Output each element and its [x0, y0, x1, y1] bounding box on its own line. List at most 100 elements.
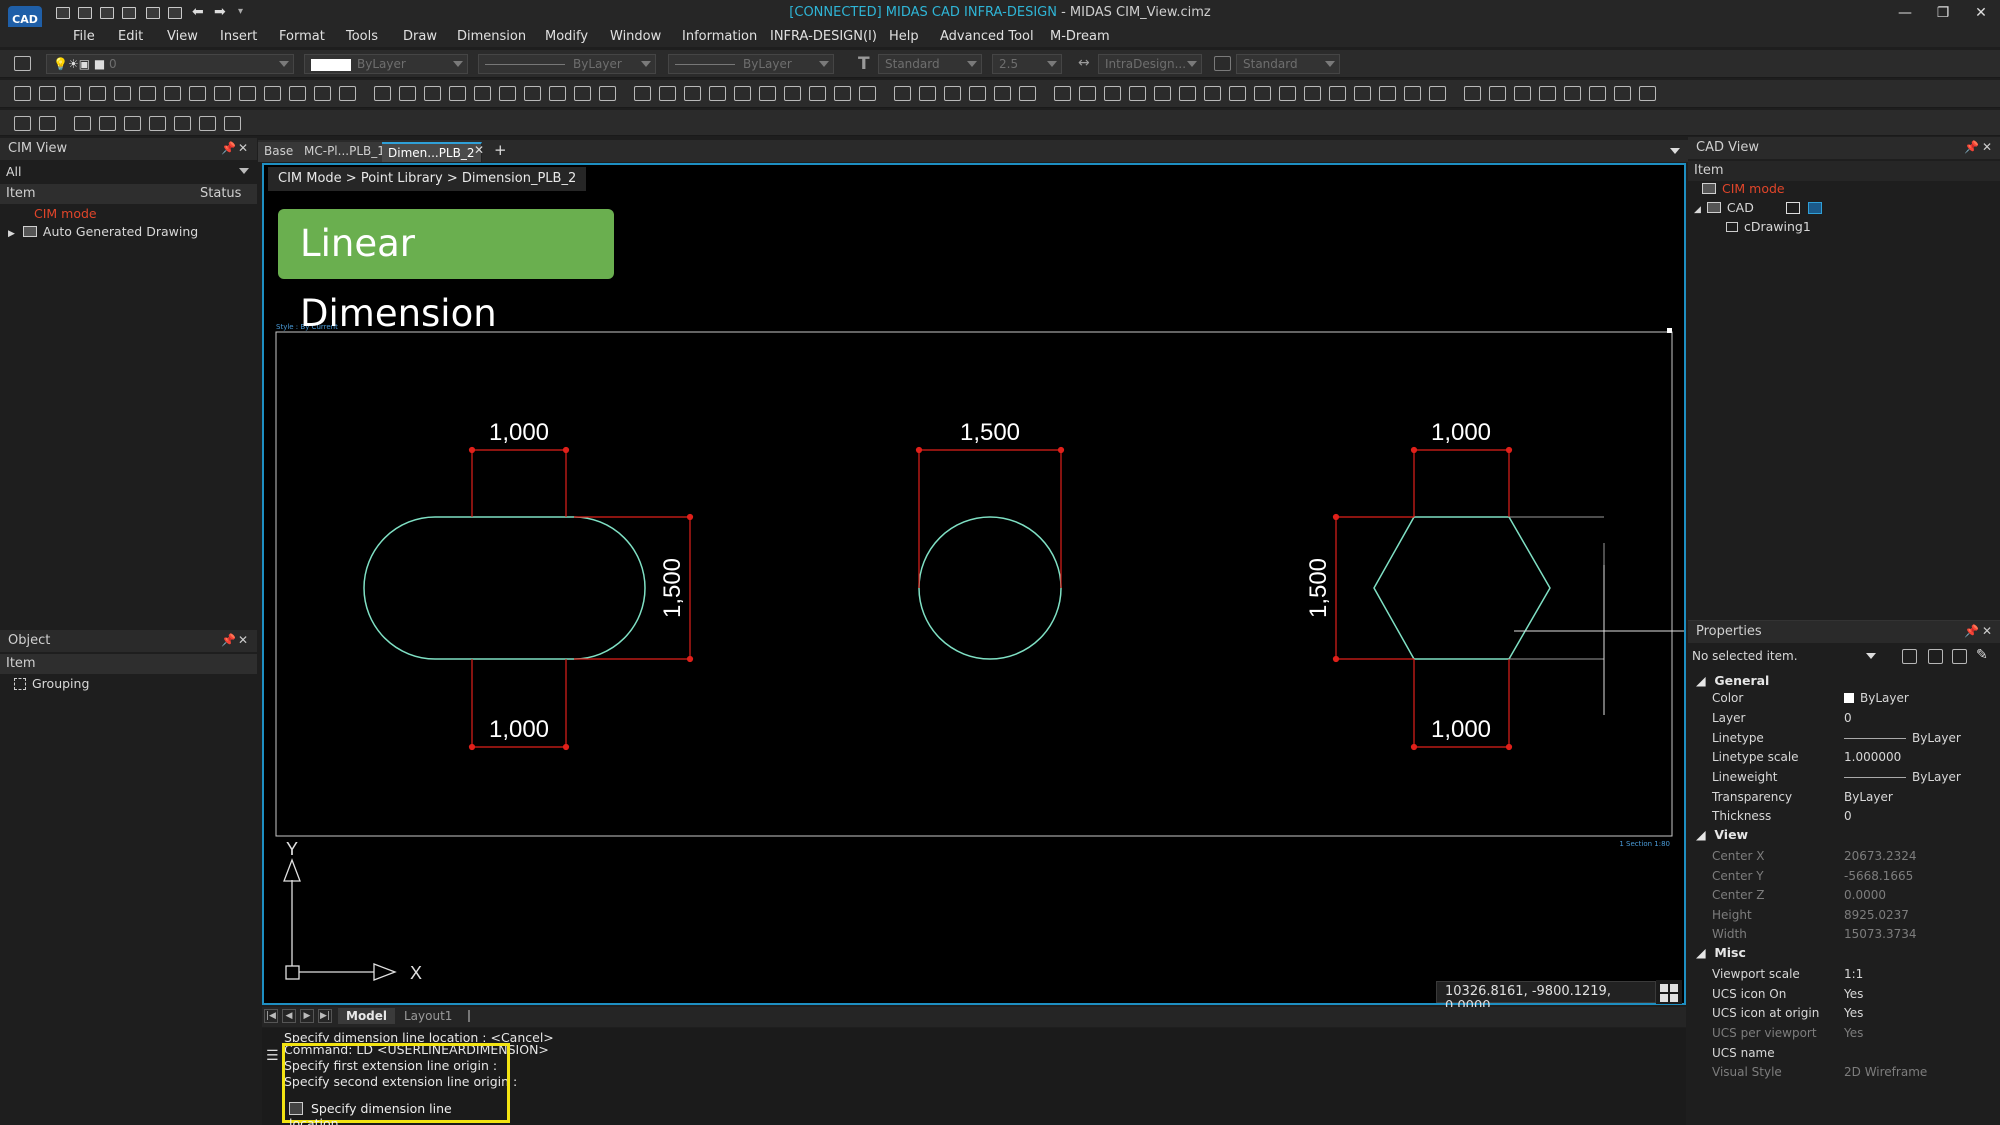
tool-button-icon[interactable]: [524, 86, 541, 101]
tool-button-icon[interactable]: [1564, 86, 1581, 101]
menu-help[interactable]: Help: [889, 29, 919, 44]
table-style-icon[interactable]: [1214, 56, 1231, 71]
tool-button-icon[interactable]: [1229, 86, 1246, 101]
tool-button-icon[interactable]: [1019, 86, 1036, 101]
tool-button-icon[interactable]: [139, 86, 156, 101]
slot-shape[interactable]: [363, 516, 646, 660]
prop-row-linetype-scale[interactable]: Linetype scale 1.000000: [1688, 748, 1998, 767]
command-menu-icon[interactable]: ☰: [266, 1048, 279, 1064]
close-icon[interactable]: ✕: [238, 141, 248, 155]
tool-button-icon[interactable]: [124, 116, 141, 131]
last-layout-icon[interactable]: ▶|: [318, 1009, 332, 1023]
selection-combo[interactable]: No selected item.: [1688, 645, 1880, 667]
slot-top-dimension[interactable]: [468, 446, 570, 518]
prop-row-layer[interactable]: Layer 0: [1688, 709, 1998, 728]
prop-row-viewport-scale[interactable]: Viewport scale 1:1: [1688, 965, 1998, 984]
menu-modify[interactable]: Modify: [545, 29, 588, 44]
menu-window[interactable]: Window: [610, 29, 661, 44]
tree-item-cad[interactable]: ◢ CAD: [1694, 200, 1822, 215]
tool-button-icon[interactable]: [449, 86, 466, 101]
add-tab-button[interactable]: +: [494, 141, 507, 159]
tree-item-cdrawing1[interactable]: cDrawing1: [1726, 219, 1811, 234]
tool-button-icon[interactable]: [659, 86, 676, 101]
tool-button-icon[interactable]: [289, 86, 306, 101]
tool-button-icon[interactable]: [549, 86, 566, 101]
hexagon-shape[interactable]: [1373, 516, 1551, 660]
section-view[interactable]: ◢ View: [1696, 827, 1748, 842]
tool-button-icon[interactable]: [1304, 86, 1321, 101]
tool-button-icon[interactable]: [1404, 86, 1421, 101]
tool-button-icon[interactable]: [14, 116, 31, 131]
tool-button-icon[interactable]: [1589, 86, 1606, 101]
previous-layout-icon[interactable]: ◀: [282, 1009, 296, 1023]
tool-button-icon[interactable]: [189, 86, 206, 101]
prop-row-transparency[interactable]: Transparency ByLayer: [1688, 788, 1998, 807]
cim-filter-combo[interactable]: All: [0, 162, 257, 182]
menu-view[interactable]: View: [167, 29, 198, 44]
collapse-arrow-icon[interactable]: ◢: [1694, 205, 1701, 215]
section-general[interactable]: ◢ General: [1696, 673, 1769, 688]
menu-draw[interactable]: Draw: [403, 29, 437, 44]
pick-style-icon[interactable]: ✎: [1976, 647, 1988, 663]
tool-button-icon[interactable]: [89, 86, 106, 101]
close-icon[interactable]: ✕: [238, 633, 248, 647]
tool-button-icon[interactable]: [1539, 86, 1556, 101]
menu-tools[interactable]: Tools: [346, 29, 378, 44]
tool-button-icon[interactable]: [1179, 86, 1196, 101]
color-combo[interactable]: ByLayer: [304, 54, 468, 74]
tool-button-icon[interactable]: [1354, 86, 1371, 101]
tool-button-icon[interactable]: [339, 86, 356, 101]
hex-top-dimension[interactable]: [1410, 446, 1513, 518]
tool-button-icon[interactable]: [264, 86, 281, 101]
minimize-button[interactable]: —: [1889, 3, 1921, 23]
prop-row-thickness[interactable]: Thickness 0: [1688, 807, 1998, 826]
first-layout-icon[interactable]: |◀: [264, 1009, 278, 1023]
tool-button-icon[interactable]: [894, 86, 911, 101]
text-style-icon[interactable]: T: [858, 54, 870, 74]
tool-button-icon[interactable]: [64, 86, 81, 101]
tree-item-grouping[interactable]: Grouping: [14, 676, 89, 691]
tab-model[interactable]: Model: [338, 1008, 396, 1024]
tool-button-icon[interactable]: [114, 86, 131, 101]
tool-button-icon[interactable]: [1279, 86, 1296, 101]
tool-button-icon[interactable]: [499, 86, 516, 101]
tool-button-icon[interactable]: [1489, 86, 1506, 101]
tool-button-icon[interactable]: [14, 86, 31, 101]
tool-button-icon[interactable]: [1054, 86, 1071, 101]
menu-file[interactable]: File: [73, 29, 95, 44]
tool-button-icon[interactable]: [424, 86, 441, 101]
menu-dimension[interactable]: Dimension: [457, 29, 526, 44]
layout-space-icon[interactable]: [1807, 202, 1822, 214]
tool-button-icon[interactable]: [919, 86, 936, 101]
tool-button-icon[interactable]: [474, 86, 491, 101]
layer-manager-icon[interactable]: [14, 56, 31, 71]
tool-button-icon[interactable]: [969, 86, 986, 101]
tool-button-icon[interactable]: [99, 116, 116, 131]
tool-button-icon[interactable]: [39, 116, 56, 131]
expand-arrow-icon[interactable]: ▶: [8, 229, 15, 239]
tool-button-icon[interactable]: [1079, 86, 1096, 101]
prop-row-linetype[interactable]: Linetype ByLayer: [1688, 729, 1998, 748]
tab-dimension-plb-2[interactable]: Dimen...PLB_2: [382, 142, 482, 162]
dim-style-icon[interactable]: ↔: [1078, 55, 1090, 71]
pin-icon[interactable]: 📌: [221, 633, 236, 647]
tool-button-icon[interactable]: [149, 116, 166, 131]
menu-m-dream[interactable]: M-Dream: [1050, 29, 1110, 44]
tool-button-icon[interactable]: [809, 86, 826, 101]
layer-combo[interactable]: 💡☀▣ ■ 0: [46, 54, 294, 74]
close-window-button[interactable]: ✕: [1965, 3, 1997, 23]
menu-edit[interactable]: Edit: [118, 29, 143, 44]
tree-item-cim-mode[interactable]: CIM mode: [1702, 181, 1785, 196]
grid-view-icon[interactable]: [1656, 980, 1682, 1004]
tool-button-icon[interactable]: [214, 86, 231, 101]
tool-button-icon[interactable]: [634, 86, 651, 101]
tool-button-icon[interactable]: [599, 86, 616, 101]
prop-row-ucs-name[interactable]: UCS name: [1688, 1044, 1998, 1063]
drawing-viewport[interactable]: Style : By Current 1 Section 1:80 1,000 …: [262, 163, 1686, 1014]
tab-layout1[interactable]: Layout1: [396, 1008, 460, 1024]
tool-button-icon[interactable]: [374, 86, 391, 101]
tool-button-icon[interactable]: [1329, 86, 1346, 101]
menu-infra-design[interactable]: INFRA-DESIGN(I): [770, 29, 877, 44]
prop-row-ucs-icon-on[interactable]: UCS icon On Yes: [1688, 985, 1998, 1004]
tool-button-icon[interactable]: [709, 86, 726, 101]
